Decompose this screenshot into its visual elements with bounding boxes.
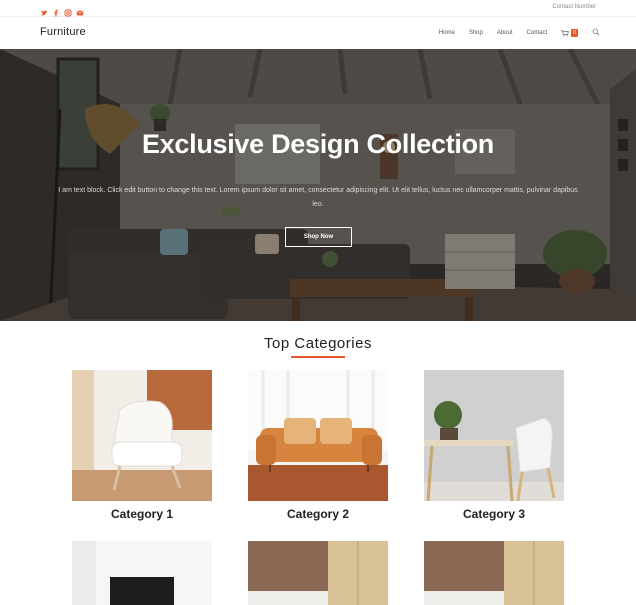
category-card-2[interactable] [248,370,388,501]
category-1-label[interactable]: Category 1 [72,507,212,521]
email-icon[interactable] [76,4,84,16]
facebook-icon[interactable] [52,4,60,17]
category-card-5[interactable] [248,541,388,605]
instagram-icon[interactable] [64,4,72,17]
search-icon[interactable] [592,28,600,38]
main-nav: Home Shop About Contact 0 [439,28,600,38]
top-bar: Contact Number [0,0,636,17]
hero-banner: Exclusive Design Collection I am text bl… [0,49,636,321]
social-links [40,4,84,17]
site-logo[interactable]: Furniture [40,26,86,38]
nav-item-shop[interactable]: Shop [469,30,483,36]
contact-number[interactable]: Contact Number [552,4,596,10]
nav-item-contact[interactable]: Contact [527,30,548,36]
cart-button[interactable]: 0 [561,29,578,37]
nav-item-about[interactable]: About [497,30,513,36]
category-1-image [72,370,212,501]
cart-icon [561,29,570,36]
category-card-3[interactable] [424,370,564,501]
section-title: Top Categories [264,335,372,352]
category-5-image [248,541,388,605]
shop-now-button[interactable]: Shop Now [285,227,352,247]
category-card-1[interactable] [72,370,212,501]
hero-title: Exclusive Design Collection [141,129,494,159]
category-card-4[interactable] [72,541,212,605]
site-header: Furniture Home Shop About Contact 0 [0,17,636,49]
category-6-image [424,541,564,605]
category-3-image [424,370,564,501]
category-card-6[interactable] [424,541,564,605]
category-2-label[interactable]: Category 2 [248,507,388,521]
twitter-icon[interactable] [40,4,48,16]
category-4-image [72,541,212,605]
hero-description: I am text block. Click edit button to ch… [58,187,578,208]
title-underline [291,356,345,358]
category-3-label[interactable]: Category 3 [424,507,564,521]
cart-count-badge: 0 [571,29,578,37]
nav-item-home[interactable]: Home [439,30,455,36]
category-2-image [248,370,388,501]
